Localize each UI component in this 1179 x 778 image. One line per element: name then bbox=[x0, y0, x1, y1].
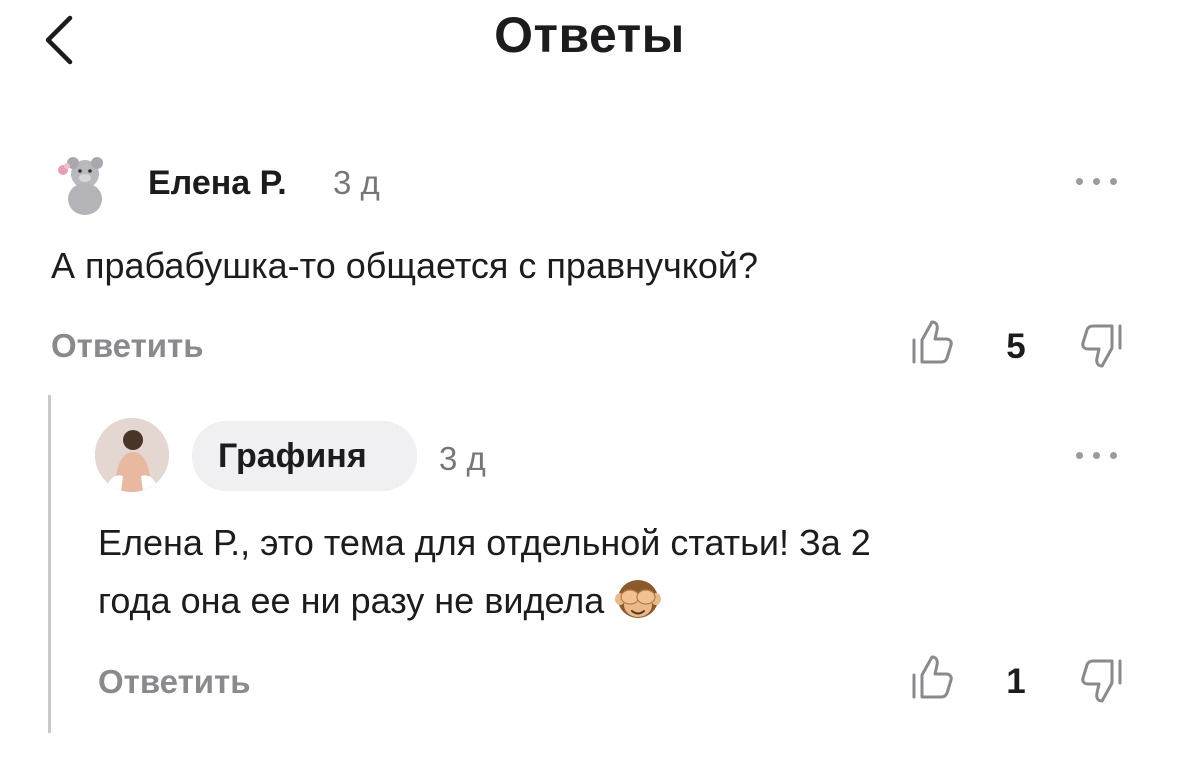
comment-text: Елена Р., это тема для отдельной статьи!… bbox=[98, 514, 871, 637]
comment-text-line: года она ее ни разу не видела bbox=[98, 572, 871, 637]
comment-time: 3 д bbox=[333, 164, 380, 201]
replies-screen: Ответы Елена Р. 3 д А прабабушка-то обща… bbox=[0, 0, 1179, 778]
comment-time: 3 д bbox=[439, 440, 486, 477]
author-name[interactable]: Елена Р. bbox=[148, 164, 287, 203]
thumbs-down-icon[interactable] bbox=[1076, 320, 1126, 370]
thumbs-down-icon[interactable] bbox=[1076, 655, 1126, 705]
reply-button[interactable]: Ответить bbox=[98, 663, 251, 701]
avatar[interactable] bbox=[47, 144, 123, 220]
woman-portrait-icon bbox=[95, 418, 169, 492]
author-name[interactable]: Графиня bbox=[218, 437, 367, 476]
comment-text-line-content: года она ее ни разу не видела bbox=[98, 580, 605, 621]
page-title: Ответы bbox=[494, 7, 685, 63]
reply-button[interactable]: Ответить bbox=[51, 327, 204, 365]
more-options-icon[interactable] bbox=[1074, 448, 1122, 462]
see-no-evil-monkey-icon bbox=[612, 575, 664, 637]
thread-line bbox=[48, 395, 51, 733]
like-count: 1 bbox=[1006, 662, 1026, 701]
thumbs-up-icon[interactable] bbox=[908, 653, 958, 703]
teddy-bear-icon bbox=[58, 157, 103, 215]
avatar[interactable] bbox=[95, 418, 169, 492]
comment-text-line: Елена Р., это тема для отдельной статьи!… bbox=[98, 522, 871, 563]
thumbs-up-icon[interactable] bbox=[908, 318, 958, 368]
more-options-icon[interactable] bbox=[1074, 174, 1122, 188]
like-count: 5 bbox=[1006, 327, 1026, 366]
comment-text: А прабабушка-то общается с правнучкой? bbox=[51, 245, 759, 286]
